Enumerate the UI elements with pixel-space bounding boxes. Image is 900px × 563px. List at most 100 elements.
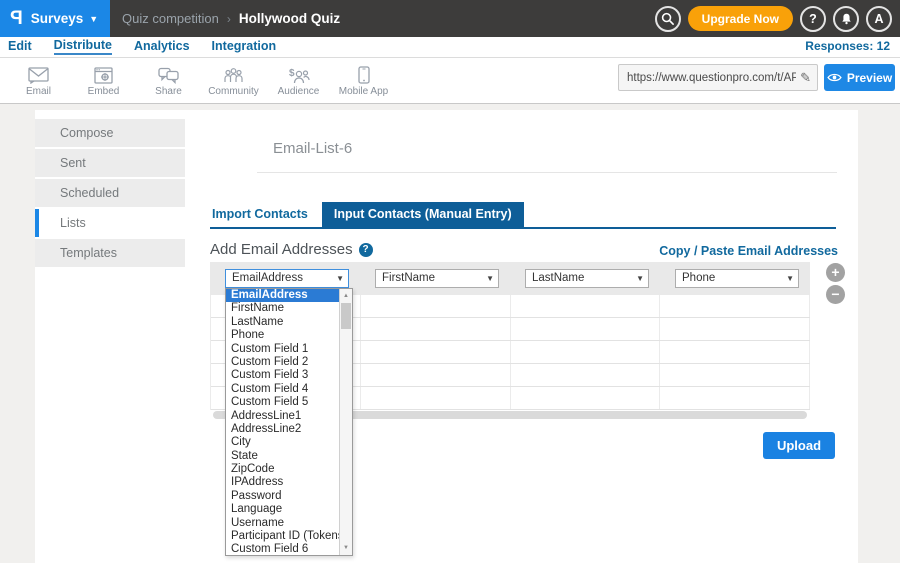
dropdown-option[interactable]: Custom Field 1: [226, 343, 339, 356]
svg-text:$: $: [289, 68, 295, 79]
account-avatar[interactable]: A: [866, 6, 892, 32]
dropdown-option-list: EmailAddress FirstName LastName Phone Cu…: [226, 289, 339, 555]
dropdown-option[interactable]: City: [226, 436, 339, 449]
contact-cell[interactable]: [511, 387, 661, 409]
add-email-addresses-heading: Add Email Addresses ?: [210, 241, 373, 258]
sidebar-item-scheduled[interactable]: Scheduled: [35, 179, 185, 207]
dropdown-option[interactable]: ZipCode: [226, 463, 339, 476]
dropdown-option[interactable]: Phone: [226, 329, 339, 342]
scrollbar-thumb[interactable]: [341, 303, 351, 329]
surveys-menu[interactable]: P Surveys ▼: [0, 0, 110, 37]
dropdown-option[interactable]: Custom Field 2: [226, 356, 339, 369]
dropdown-option[interactable]: AddressLine2: [226, 423, 339, 436]
column-select-first-name[interactable]: FirstName ▼: [375, 269, 499, 288]
select-caret-icon: ▼: [786, 270, 794, 287]
contact-cell[interactable]: [361, 364, 511, 386]
survey-url-field[interactable]: https://www.questionpro.com/t/APNrFZ ✎: [618, 64, 818, 91]
nav-item-distribute[interactable]: Distribute: [54, 38, 112, 55]
toolbar-item-mobile-app[interactable]: Mobile App: [331, 62, 396, 97]
nav-item-edit[interactable]: Edit: [8, 39, 32, 53]
scroll-up-icon[interactable]: ▲: [340, 290, 352, 302]
breadcrumb: Quiz competition › Hollywood Quiz: [122, 11, 340, 26]
tab-import-contacts[interactable]: Import Contacts: [210, 202, 322, 227]
upload-button[interactable]: Upload: [763, 432, 835, 459]
edit-url-icon[interactable]: ✎: [800, 70, 811, 86]
dropdown-option[interactable]: Participant ID (Tokens): [226, 530, 339, 543]
notifications-button[interactable]: [833, 6, 859, 32]
contact-cell[interactable]: [511, 341, 661, 363]
add-row-button[interactable]: +: [826, 263, 845, 282]
title-divider: [257, 172, 837, 173]
breadcrumb-separator: ›: [227, 12, 231, 26]
dropdown-option[interactable]: State: [226, 450, 339, 463]
contact-cell[interactable]: [511, 318, 661, 340]
select-caret-icon: ▼: [486, 270, 494, 287]
toolbar-item-share[interactable]: Share: [136, 62, 201, 97]
survey-nav: Edit Distribute Analytics Integration Re…: [0, 37, 900, 58]
dropdown-option[interactable]: Custom Field 3: [226, 369, 339, 382]
sidebar-item-lists[interactable]: Lists: [35, 209, 185, 237]
search-button[interactable]: [655, 6, 681, 32]
community-icon: [223, 62, 244, 84]
contact-cell[interactable]: [660, 318, 810, 340]
sidebar-item-sent[interactable]: Sent: [35, 149, 185, 177]
distribute-toolbar: Email Embed Share Community $ Audience: [0, 58, 900, 104]
remove-row-button[interactable]: −: [826, 285, 845, 304]
sidebar-item-compose[interactable]: Compose: [35, 119, 185, 147]
eye-icon: [827, 72, 842, 83]
contact-cell[interactable]: [660, 295, 810, 317]
contact-cell[interactable]: [361, 318, 511, 340]
contact-cell[interactable]: [660, 341, 810, 363]
help-icon[interactable]: ?: [359, 243, 373, 257]
toolbar-item-email[interactable]: Email: [6, 62, 71, 97]
tab-input-contacts-manual[interactable]: Input Contacts (Manual Entry): [322, 202, 524, 227]
responses-count[interactable]: Responses: 12: [805, 39, 890, 53]
toolbar-item-community[interactable]: Community: [201, 62, 266, 97]
dropdown-option[interactable]: Custom Field 6: [226, 543, 339, 555]
mobile-app-icon: [358, 62, 370, 84]
contact-cell[interactable]: [361, 387, 511, 409]
contact-cell[interactable]: [660, 364, 810, 386]
dropdown-option[interactable]: IPAddress: [226, 476, 339, 489]
embed-icon: [94, 62, 113, 84]
help-button[interactable]: ?: [800, 6, 826, 32]
product-name: Surveys: [31, 11, 84, 26]
contact-cell[interactable]: [361, 295, 511, 317]
dropdown-option[interactable]: Password: [226, 490, 339, 503]
copy-paste-email-link[interactable]: Copy / Paste Email Addresses: [659, 244, 838, 258]
chevron-down-icon: ▼: [89, 14, 98, 24]
contact-cell[interactable]: [660, 387, 810, 409]
dropdown-option[interactable]: EmailAddress: [226, 289, 339, 302]
dropdown-option[interactable]: Custom Field 5: [226, 396, 339, 409]
column-select-email-address[interactable]: EmailAddress ▼: [225, 269, 349, 288]
nav-item-analytics[interactable]: Analytics: [134, 39, 190, 53]
list-title: Email-List-6: [273, 140, 352, 157]
email-sidebar: Compose Sent Scheduled Lists Templates: [35, 119, 185, 269]
select-caret-icon: ▼: [636, 270, 644, 287]
contact-cell[interactable]: [361, 341, 511, 363]
dropdown-option[interactable]: Username: [226, 517, 339, 530]
preview-button[interactable]: Preview: [824, 64, 895, 91]
breadcrumb-survey-name[interactable]: Hollywood Quiz: [239, 11, 340, 26]
column-select-last-name[interactable]: LastName ▼: [525, 269, 649, 288]
column-select-phone[interactable]: Phone ▼: [675, 269, 799, 288]
toolbar-item-audience[interactable]: $ Audience: [266, 62, 331, 97]
breadcrumb-survey-folder[interactable]: Quiz competition: [122, 11, 219, 26]
nav-item-integration[interactable]: Integration: [212, 39, 277, 53]
toolbar-item-embed[interactable]: Embed: [71, 62, 136, 97]
dropdown-option[interactable]: Custom Field 4: [226, 383, 339, 396]
dropdown-option[interactable]: FirstName: [226, 302, 339, 315]
share-icon: [158, 62, 179, 84]
audience-icon: $: [288, 62, 310, 84]
dropdown-option[interactable]: LastName: [226, 316, 339, 329]
dropdown-option[interactable]: Language: [226, 503, 339, 516]
dropdown-option[interactable]: AddressLine1: [226, 410, 339, 423]
upgrade-now-button[interactable]: Upgrade Now: [688, 6, 793, 31]
dropdown-scrollbar[interactable]: ▲ ▼: [339, 289, 352, 555]
contact-cell[interactable]: [511, 364, 661, 386]
scroll-down-icon[interactable]: ▼: [340, 542, 352, 554]
contacts-tabs: Import Contacts Input Contacts (Manual E…: [210, 202, 524, 227]
sidebar-item-templates[interactable]: Templates: [35, 239, 185, 267]
contact-cell[interactable]: [511, 295, 661, 317]
bell-icon: [840, 12, 853, 26]
